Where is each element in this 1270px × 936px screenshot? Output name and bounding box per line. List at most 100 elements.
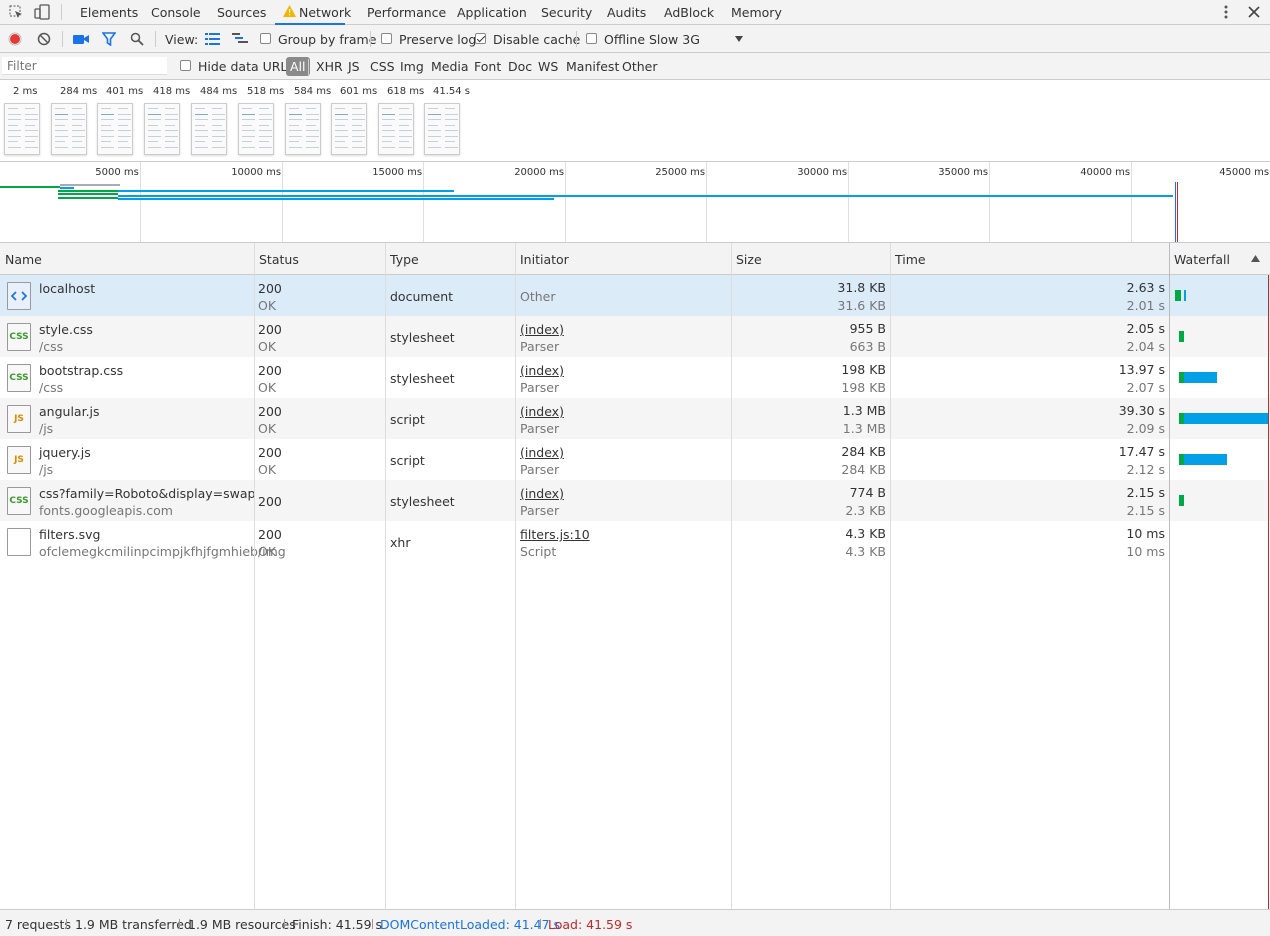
tab-network[interactable]: Network	[299, 5, 351, 20]
overview-waterfall-icon[interactable]	[232, 32, 248, 46]
column-header-name[interactable]: Name	[5, 252, 42, 267]
network-toolbar: View: Group by frame Preserve log Disabl…	[0, 25, 1270, 53]
table-row[interactable]: JS jquery.js/js 200 OK script (index) Parser 28…	[0, 439, 1270, 480]
type-filter-media[interactable]: Media	[431, 59, 469, 74]
request-name[interactable]: jquery.js	[39, 445, 91, 460]
type-filter-other[interactable]: Other	[622, 59, 658, 74]
table-row[interactable]: JS angular.js/js 200 OK script (index) Parser 1…	[0, 398, 1270, 439]
html-file-icon	[7, 282, 31, 310]
device-toolbar-icon[interactable]	[34, 4, 50, 20]
disable-cache-checkbox[interactable]	[475, 33, 486, 44]
type-filter-css[interactable]: CSS	[370, 59, 395, 74]
request-latency: 2.01 s	[1126, 298, 1165, 313]
tab-adblock[interactable]: AdBlock	[664, 5, 714, 20]
record-button[interactable]	[8, 32, 22, 46]
timeline-overview[interactable]: 5000 ms 10000 ms 15000 ms 20000 ms 25000 ms 3…	[0, 162, 1270, 243]
filmstrip-frame[interactable]	[97, 103, 133, 155]
filmstrip-time: 518 ms	[247, 86, 285, 97]
table-row[interactable]: CSS bootstrap.css/css 200 OK stylesheet (inde…	[0, 357, 1270, 398]
tab-sources[interactable]: Sources	[217, 5, 266, 20]
request-name[interactable]: filters.svg	[39, 527, 100, 542]
filmstrip-frame[interactable]	[285, 103, 321, 155]
type-filter-manifest[interactable]: Manifest	[566, 59, 619, 74]
request-initiator[interactable]: filters.js:10	[520, 527, 590, 542]
table-row[interactable]: localhost 200 OK document Other 31.8 KB 31.6 K…	[0, 275, 1270, 316]
close-icon[interactable]	[1246, 4, 1262, 20]
offline-checkbox[interactable]	[586, 33, 597, 44]
filmstrip-frame[interactable]	[331, 103, 367, 155]
overview-dcl-marker	[1175, 182, 1176, 242]
chevron-down-icon[interactable]	[734, 34, 744, 44]
type-filter-doc[interactable]: Doc	[508, 59, 532, 74]
type-filter-font[interactable]: Font	[474, 59, 501, 74]
filmstrip-frame[interactable]	[424, 103, 460, 155]
hide-data-urls-checkbox[interactable]	[180, 60, 191, 71]
large-rows-icon[interactable]	[204, 32, 220, 46]
type-filter-ws[interactable]: WS	[538, 59, 558, 74]
filmstrip-frame[interactable]	[238, 103, 274, 155]
overview-request-bar	[60, 187, 74, 189]
js-file-icon: JS	[7, 446, 31, 474]
request-resource-size: 4.3 KB	[845, 544, 886, 559]
type-filter-js[interactable]: JS	[348, 59, 360, 74]
request-size: 284 KB	[841, 444, 886, 459]
request-name[interactable]: css?family=Roboto&display=swap	[39, 486, 255, 501]
request-latency: 2.09 s	[1126, 421, 1165, 436]
request-initiator[interactable]: (index)	[520, 404, 564, 419]
request-name[interactable]: angular.js	[39, 404, 100, 419]
overview-request-bar	[118, 195, 1173, 197]
table-row[interactable]: CSS style.css/css 200 OK stylesheet (index) Pa…	[0, 316, 1270, 357]
preserve-log-checkbox[interactable]	[381, 33, 392, 44]
request-status-text: OK	[258, 462, 277, 477]
screenshot-camera-icon[interactable]	[73, 32, 89, 46]
request-initiator[interactable]: (index)	[520, 486, 564, 501]
tab-elements[interactable]: Elements	[80, 5, 138, 20]
filmstrip-frame[interactable]	[378, 103, 414, 155]
filmstrip-time: 2 ms	[13, 86, 38, 97]
inspect-element-icon[interactable]	[8, 4, 24, 20]
table-row[interactable]: CSS css?family=Roboto&display=swap fonts.g…	[0, 480, 1270, 521]
request-name[interactable]: style.css	[39, 322, 93, 337]
filmstrip-time: 584 ms	[294, 86, 332, 97]
tab-security[interactable]: Security	[541, 5, 592, 20]
column-header-size[interactable]: Size	[736, 252, 762, 267]
summary-bar: 7 requests 1.9 MB transferred 1.9 MB res…	[0, 909, 1270, 936]
sort-ascending-icon[interactable]	[1250, 254, 1260, 262]
throttle-select[interactable]: Slow 3G	[649, 32, 700, 47]
column-header-status[interactable]: Status	[259, 252, 299, 267]
table-row[interactable]: filters.svg ofclemegkcmilinpcimpjkfhjfgmh…	[0, 521, 1270, 562]
search-icon[interactable]	[129, 31, 145, 47]
css-file-icon: CSS	[7, 487, 31, 515]
group-by-frame-checkbox[interactable]	[260, 33, 271, 44]
request-initiator: Other	[520, 289, 556, 304]
type-filter-xhr[interactable]: XHR	[316, 59, 343, 74]
tab-application[interactable]: Application	[457, 5, 527, 20]
request-initiator[interactable]: (index)	[520, 445, 564, 460]
request-path: /js	[39, 462, 54, 477]
request-name[interactable]: bootstrap.css	[39, 363, 123, 378]
column-header-waterfall[interactable]: Waterfall	[1174, 252, 1230, 267]
more-options-icon[interactable]	[1218, 4, 1234, 20]
type-filter-img[interactable]: Img	[400, 59, 424, 74]
js-file-icon: JS	[7, 405, 31, 433]
clear-icon[interactable]	[37, 32, 51, 46]
tab-console[interactable]: Console	[151, 5, 201, 20]
request-initiator[interactable]: (index)	[520, 322, 564, 337]
filmstrip-frame[interactable]	[4, 103, 40, 155]
tab-memory[interactable]: Memory	[731, 5, 782, 20]
column-header-type[interactable]: Type	[390, 252, 419, 267]
tab-performance[interactable]: Performance	[367, 5, 446, 20]
filter-icon[interactable]	[101, 31, 117, 47]
tab-audits[interactable]: Audits	[607, 5, 646, 20]
filter-input[interactable]	[2, 57, 167, 75]
filmstrip-frame[interactable]	[144, 103, 180, 155]
request-name[interactable]: localhost	[39, 281, 95, 296]
request-initiator[interactable]: (index)	[520, 363, 564, 378]
filmstrip-frame[interactable]	[191, 103, 227, 155]
request-table: Name Status Type Initiator Size Time Wat…	[0, 243, 1270, 909]
column-header-initiator[interactable]: Initiator	[520, 252, 569, 267]
column-header-time[interactable]: Time	[895, 252, 926, 267]
request-initiator-type: Parser	[520, 462, 560, 477]
type-filter-all[interactable]: All	[286, 57, 310, 76]
filmstrip-frame[interactable]	[51, 103, 87, 155]
